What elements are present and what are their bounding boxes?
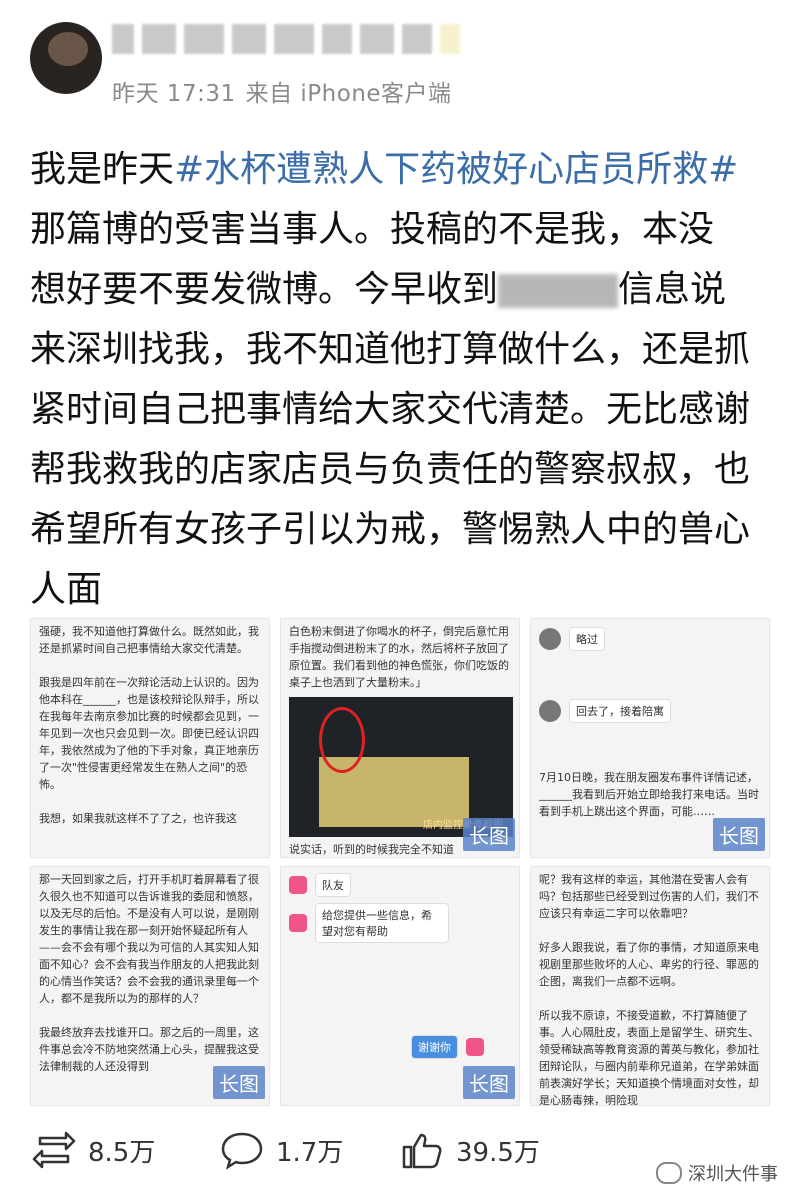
long-image-badge: 长图 — [463, 818, 515, 851]
long-image-badge: 长图 — [213, 1066, 265, 1099]
chat-avatar — [466, 1038, 484, 1056]
long-image-badge: 长图 — [713, 818, 765, 851]
chat-avatar — [289, 914, 307, 932]
chat-bubble: 略过 — [569, 627, 605, 651]
chat-row: 队友 — [289, 873, 351, 897]
post-time: 昨天 17:31 — [112, 81, 236, 107]
image-text: 白色粉末倒进了你喝水的杯子，倒完后意忙用手指搅动倒进粉末了的水，然后将杯子放回了… — [289, 625, 509, 689]
repost-button[interactable]: 8.5万 — [32, 1130, 155, 1170]
image-text: 强硬，我不知道他打算做什么。既然如此，我还是抓紧时间自己把事情给大家交代清楚。 … — [39, 625, 259, 825]
cctv-screenshot: 店内监控录像截图 — [289, 697, 513, 837]
image-text: 7月10日晚，我在朋友圈发布事件详情记述，______我看到后开始立即给我打来电… — [539, 771, 759, 818]
post-source: 来自 iPhone客户端 — [245, 81, 452, 107]
post-text-rest: 来深圳找我，我不知道他打算做什么，还是抓紧时间自己把事情给大家交代清楚。无比感谢… — [30, 329, 751, 610]
post-header: 昨天 17:31 来自 iPhone客户端 — [0, 0, 800, 120]
image-text: 那一天回到家之后，打开手机盯着屏幕看了很久很久也不知道可以告诉谁我的委屈和愤怒，… — [39, 873, 259, 1073]
like-button[interactable]: 39.5万 — [400, 1130, 540, 1170]
post-text-start: 我是昨天 — [30, 149, 175, 190]
post-body: 我是昨天#水杯遭熟人下药被好心店员所救# 那篇博的受害当事人。投稿的不是我，本没… — [30, 140, 780, 620]
hashtag-link[interactable]: #水杯遭熟人下药被好心店员所救# — [174, 149, 738, 190]
chat-bubble: 给您提供一些信息，希望对您有帮助 — [315, 903, 449, 943]
chat-avatar — [539, 628, 561, 650]
image-thumb-4[interactable]: 那一天回到家之后，打开手机盯着屏幕看了很久很久也不知道可以告诉谁我的委屈和愤怒，… — [30, 866, 270, 1106]
chat-avatar — [289, 876, 307, 894]
image-thumb-6[interactable]: 呢？我有这样的幸运，其他潜在受害人会有吗？包括那些已经受到过伤害的人们，我们不应… — [530, 866, 770, 1106]
username-redacted[interactable] — [112, 24, 460, 54]
post-text-line3b: 信息说 — [618, 269, 727, 310]
redacted-name — [498, 274, 619, 308]
post-text-line3a: 想好要不要发微博。今早收到 — [30, 269, 499, 310]
long-image-badge: 长图 — [463, 1066, 515, 1099]
comment-icon — [221, 1132, 263, 1170]
image-grid: 强硬，我不知道他打算做什么。既然如此，我还是抓紧时间自己把事情给大家交代清楚。 … — [30, 618, 770, 1106]
chat-row: 谢谢你 — [411, 1035, 484, 1059]
chat-bubble: 队友 — [315, 873, 351, 897]
chat-row: 略过 — [539, 627, 605, 651]
image-thumb-1[interactable]: 强硬，我不知道他打算做什么。既然如此，我还是抓紧时间自己把事情给大家交代清楚。 … — [30, 618, 270, 858]
like-icon — [402, 1133, 442, 1169]
wechat-icon — [656, 1162, 682, 1184]
comment-button[interactable]: 1.7万 — [220, 1130, 343, 1170]
watermark-text: 深圳大件事 — [688, 1164, 778, 1185]
avatar[interactable] — [30, 22, 102, 94]
repost-count: 8.5万 — [88, 1137, 156, 1168]
post-text-line2: 那篇博的受害当事人。投稿的不是我，本没 — [30, 209, 715, 250]
like-count: 39.5万 — [456, 1137, 540, 1168]
cctv-highlight-circle — [319, 707, 365, 773]
image-text: 呢？我有这样的幸运，其他潜在受害人会有吗？包括那些已经受到过伤害的人们，我们不应… — [539, 873, 759, 1106]
watermark: 深圳大件事 — [656, 1160, 778, 1186]
post-meta: 昨天 17:31 来自 iPhone客户端 — [112, 74, 462, 108]
chat-bubble: 回去了，接着陪寓 — [569, 699, 671, 723]
chat-row: 给您提供一些信息，希望对您有帮助 — [289, 903, 449, 943]
chat-row: 回去了，接着陪寓 — [539, 699, 671, 723]
image-thumb-3[interactable]: 略过 回去了，接着陪寓 7月10日晚，我在朋友圈发布事件详情记述，______我… — [530, 618, 770, 858]
image-thumb-5[interactable]: 队友 给您提供一些信息，希望对您有帮助 谢谢你 长图 — [280, 866, 520, 1106]
chat-bubble: 谢谢你 — [411, 1035, 458, 1059]
chat-avatar — [539, 700, 561, 722]
repost-icon — [32, 1131, 76, 1169]
image-thumb-2[interactable]: 白色粉末倒进了你喝水的杯子，倒完后意忙用手指搅动倒进粉末了的水，然后将杯子放回了… — [280, 618, 520, 858]
comment-count: 1.7万 — [276, 1137, 344, 1168]
